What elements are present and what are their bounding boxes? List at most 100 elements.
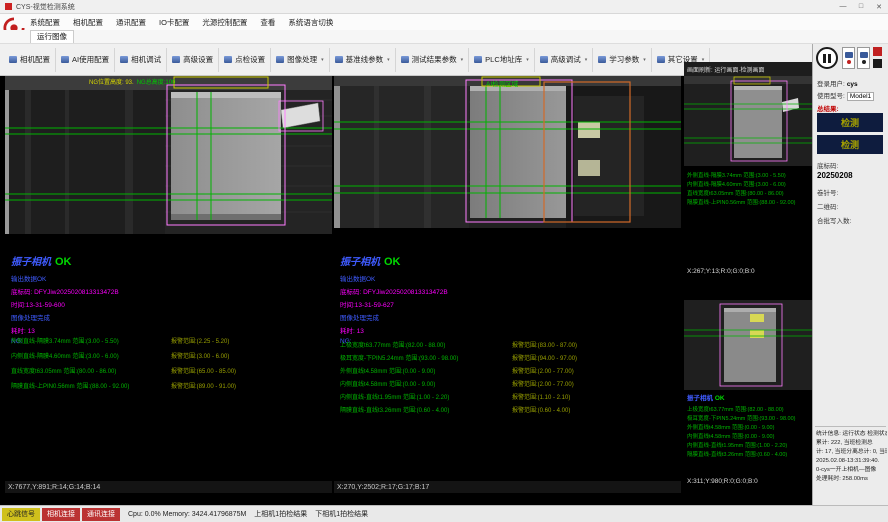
maximize-button[interactable]: □: [852, 0, 870, 13]
check-icon: [224, 56, 232, 63]
menu-io-config[interactable]: IO卡配置: [159, 17, 189, 28]
measurement-row: 内侧直线t4.58mm 范围:(0.00 - 9.00)报警范围:(2.00 -…: [340, 379, 678, 392]
alarm-indicator: [873, 47, 882, 56]
chip-icon: [474, 56, 482, 63]
login-user-row: 登录用户:cys: [817, 78, 858, 88]
thumbnail-frame-2[interactable]: [684, 300, 812, 390]
menu-bar: 系统配置 相机配置 通讯配置 IO卡配置 光源控制配置 查看 系统语言切换: [0, 14, 888, 30]
menu-camera-config[interactable]: 相机配置: [73, 17, 103, 28]
ai-region-label: AI检测区域: [486, 78, 518, 88]
measurement-row: 隔膜直线-直线t3.26mm 范围:(0.60 - 4.00)报警范围:(0.6…: [340, 405, 678, 418]
toolbar-camera-config-button[interactable]: 相机配置: [4, 48, 56, 72]
chevron-down-icon: ▾: [321, 57, 324, 63]
camera-connect-badge: 相机连接: [42, 508, 80, 521]
camera-result-title: 振子相机: [340, 257, 380, 268]
qr-code-label: 二维码:: [817, 201, 838, 211]
camera-icon: [120, 56, 128, 63]
menu-light-config[interactable]: 光源控制配置: [202, 17, 247, 28]
measurement-list-lower: 上极宽度t63.77mm 范围:(82.00 - 88.00)报警范围:(83.…: [340, 340, 678, 418]
roll-needle-label: 卷针号:: [817, 187, 838, 197]
pause-button[interactable]: [816, 47, 838, 69]
toolbar-advanced-debug-button[interactable]: 高级调试▾: [535, 48, 594, 72]
minimize-button[interactable]: —: [834, 0, 852, 13]
pause-icon: [823, 54, 826, 63]
small-view-header: 画面刷新: 运行画面·检测画面: [684, 62, 812, 76]
title-bar: CYS-视觉检测系统 — □ ✕: [0, 0, 888, 14]
menu-language-switch[interactable]: 系统语言切换: [288, 17, 333, 28]
chevron-down-icon: ▾: [461, 57, 464, 63]
heartbeat-badge: 心跳信号: [2, 508, 40, 521]
window-controls: — □ ✕: [834, 0, 888, 13]
toolbar-test-result-params-button[interactable]: 测试结果参数▾: [396, 48, 470, 72]
barcode-label: 底标码:: [817, 160, 838, 170]
result-block-upper: 振子相机 OK 输出数据OK 底标码: DFYJiw202502081331347…: [11, 252, 119, 345]
idle-indicator: [873, 59, 882, 68]
result-status-box-1: 检测: [817, 113, 883, 132]
measurement-row: 内侧直线-直线t1.95mm 范围:(1.00 - 2.20)报警范围:(1.1…: [340, 392, 678, 405]
camera-view-lower[interactable]: AI检测区域 振子相机 OK 输出数据OK 底标码: DFYJiw20250208…: [334, 76, 681, 493]
chevron-down-icon: ▾: [643, 57, 646, 63]
tab-run-image[interactable]: 运行图像: [30, 30, 74, 43]
barcode-line: 底标码: DFYJiw2025020813313472B: [340, 286, 448, 296]
indicator-column: [873, 47, 882, 68]
measurement-row: 上极宽度t63.77mm 范围:(82.00 - 88.00)报警范围:(83.…: [340, 340, 678, 353]
chevron-down-icon: ▾: [526, 57, 529, 63]
process-done-line: 图像处理完成: [11, 312, 119, 322]
thumbnail-column: 外侧直线-隔膜3.74mm 范围:(3.00 - 5.50) 内侧直线-隔膜4.…: [684, 76, 812, 505]
pixel-probe-status-lower: X:270,Y:2502;R:17;G:17;B:17: [334, 481, 681, 493]
barcode-line: 底标码: DFYJiw2025020813313472B: [11, 286, 119, 296]
pixel-probe-status-upper: X:7677,Y:891;R:14;G:14;B:14: [5, 481, 332, 493]
window-title: CYS-视觉检测系统: [16, 2, 75, 12]
menu-view[interactable]: 查看: [260, 17, 275, 28]
process-done-line: 图像处理完成: [340, 312, 448, 322]
camera-toggle-button-2[interactable]: [857, 47, 870, 69]
result-block-lower: 振子相机 OK 输出数据OK 底标码: DFYJiw202502081331347…: [340, 252, 448, 345]
lower-camera-result-text: 下相机1拍检结果: [315, 509, 368, 519]
camera-result-title: 振子相机: [11, 257, 51, 268]
result-ok-badge: OK: [384, 256, 401, 268]
cpu-memory-text: Cpu: 0.0% Memory: 3424.41796875M: [128, 511, 246, 518]
menu-comm-config[interactable]: 通讯配置: [116, 17, 146, 28]
thumbnail-frame-1[interactable]: [684, 76, 812, 166]
toolbar-spot-check-button[interactable]: 点检设置: [219, 48, 271, 72]
divider: [815, 426, 886, 427]
measurement-row: 极耳宽度-下PIN5.24mm 范围:(93.00 - 98.00)报警范围:(…: [340, 353, 678, 366]
output-line: 输出数据OK: [11, 273, 119, 283]
time-line: 时间:13-31-59-600: [11, 299, 119, 309]
statistics-block: 统计信息: 运行状态 检测状态 累计: 222, 当班检测总 计: 17, 当班…: [816, 430, 887, 484]
status-dot-dark: [862, 60, 866, 64]
toolbar-baseline-params-button[interactable]: 基准线参数▾: [330, 48, 396, 72]
gear-icon: [657, 56, 665, 63]
camera-icon: [860, 52, 868, 58]
wrench-icon: [540, 56, 548, 63]
toolbar-camera-debug-button[interactable]: 相机调试: [115, 48, 167, 72]
elapsed-line: 耗时: 13: [340, 325, 448, 335]
time-line: 时间:13-31-59-627: [340, 299, 448, 309]
result-ok-badge: OK: [55, 256, 72, 268]
pixel-probe-status-thumb-2: X:311;Y:980;R:0;G:0;B:0: [687, 478, 758, 485]
barcode-value: 20250208: [817, 171, 853, 180]
toolbar-learn-params-button[interactable]: 学习参数▾: [593, 48, 652, 72]
menu-system-config[interactable]: 系统配置: [30, 17, 60, 28]
tab-row: 运行图像: [0, 30, 888, 44]
camera-view-upper[interactable]: NG位置高度: 93.NG总高度:100 振子相机 OK 输出数据OK 底标码: …: [5, 76, 332, 493]
ng-height-label: NG位置高度: 93.NG总高度:100: [89, 77, 175, 86]
toolbar-image-process-button[interactable]: 图像处理▾: [271, 48, 330, 72]
toolbar-plc-address-button[interactable]: PLC地址库▾: [469, 48, 535, 72]
gear-icon: [172, 56, 180, 63]
pixel-probe-status-thumb-1: X:267;Y:13;R:0;G:0;B:0: [687, 268, 755, 275]
batch-write-count-label: 合批写入数:: [817, 215, 851, 225]
camera-toggle-button-1[interactable]: [842, 47, 855, 69]
chevron-down-icon: ▾: [387, 57, 390, 63]
toolbar-ai-config-button[interactable]: AI使用配置: [56, 48, 115, 72]
toolbar-advanced-settings-button[interactable]: 高级设置: [167, 48, 219, 72]
measurement-list-upper: 外侧直线-隔膜3.74mm 范围:(3.00 - 5.50)报警范围:(2.25…: [11, 336, 329, 396]
camera-frame-upper: [5, 76, 332, 234]
output-line: 输出数据OK: [340, 273, 448, 283]
camera-icon: [61, 56, 69, 63]
thumbnail-result-2: 振子相机 OK: [687, 392, 725, 402]
list-icon: [401, 56, 409, 63]
model-select[interactable]: Model1: [847, 92, 874, 101]
login-user-value: cys: [847, 81, 858, 88]
close-button[interactable]: ✕: [870, 0, 888, 13]
